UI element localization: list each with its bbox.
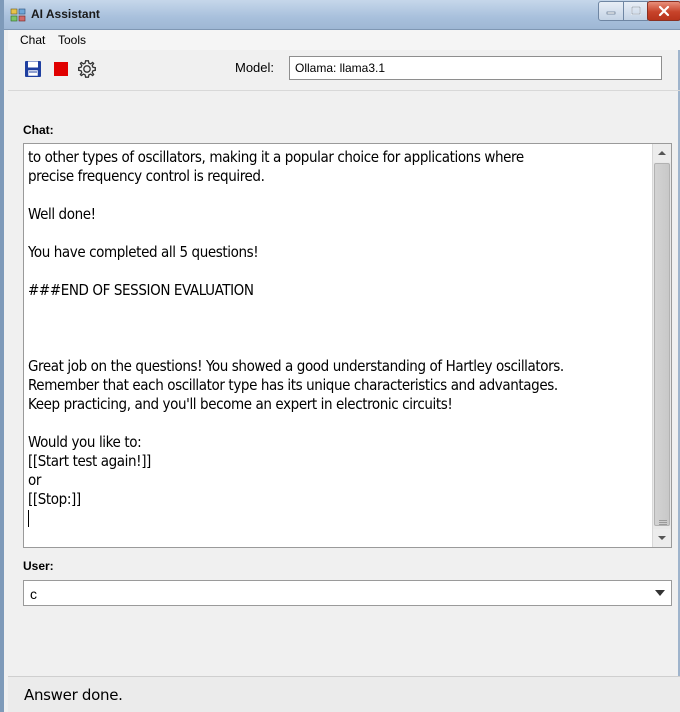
chevron-down-icon[interactable] — [655, 590, 665, 596]
status-text: Answer done. — [24, 686, 123, 704]
close-button[interactable] — [647, 1, 680, 21]
scroll-down-button[interactable] — [653, 529, 671, 547]
minimize-button[interactable] — [598, 1, 624, 21]
scroll-grip — [659, 522, 667, 523]
chat-text: to other types of oscillators, making it… — [28, 148, 650, 528]
text-caret-line — [28, 509, 650, 528]
menu-bar: Chat Tools — [8, 30, 680, 50]
maximize-icon — [630, 6, 641, 15]
stop-button[interactable] — [50, 58, 72, 80]
chat-line: Would you like to: — [28, 433, 142, 451]
chat-line: ###END OF SESSION EVALUATION — [28, 281, 254, 299]
scroll-thumb[interactable] — [654, 163, 670, 526]
chat-label: Chat: — [23, 123, 54, 137]
text-caret — [28, 510, 29, 527]
chat-line: to other types of oscillators, making it… — [28, 148, 524, 166]
user-label: User: — [23, 559, 54, 573]
gear-icon — [78, 60, 96, 78]
toolbar-divider — [8, 90, 680, 91]
chat-line: [[Stop:]] — [28, 490, 81, 508]
stop-icon — [54, 62, 68, 76]
save-icon — [25, 61, 41, 77]
user-input-value: c — [30, 586, 37, 602]
maximize-button[interactable] — [623, 1, 648, 21]
model-label: Model: — [235, 60, 275, 75]
chat-line: Well done! — [28, 205, 96, 223]
menu-chat[interactable]: Chat — [20, 33, 45, 47]
chevron-down-icon — [658, 536, 666, 540]
scroll-grip — [659, 524, 667, 525]
scroll-up-button[interactable] — [653, 144, 671, 162]
chat-line: precise frequency control is required. — [28, 167, 265, 185]
settings-button[interactable] — [76, 58, 98, 80]
title-bar[interactable]: AI Assistant — [4, 0, 680, 30]
save-button[interactable] — [22, 58, 44, 80]
menu-tools[interactable]: Tools — [58, 33, 86, 47]
model-field[interactable]: Ollama: llama3.1 — [289, 56, 662, 80]
chat-scrollbar[interactable] — [652, 144, 671, 547]
chat-transcript[interactable]: to other types of oscillators, making it… — [23, 143, 672, 548]
chat-line: Remember that each oscillator type has i… — [28, 376, 558, 394]
scroll-grip — [659, 520, 667, 521]
chat-line: Great job on the questions! You showed a… — [28, 357, 564, 375]
minimize-icon — [606, 11, 616, 15]
chat-line: [[Start test again!]] — [28, 452, 151, 470]
user-input-combo[interactable]: c — [23, 580, 672, 606]
chevron-up-icon — [658, 151, 666, 155]
chat-line: or — [28, 471, 41, 489]
app-window: AI Assistant Chat Tools Model: Ollama: l… — [0, 0, 680, 712]
status-bar: Answer done. — [8, 676, 680, 712]
chat-line: Keep practicing, and you'll become an ex… — [28, 395, 453, 413]
chat-line: You have completed all 5 questions! — [28, 243, 259, 261]
app-icon — [10, 8, 26, 22]
close-icon — [658, 5, 670, 17]
window-title: AI Assistant — [31, 7, 100, 21]
